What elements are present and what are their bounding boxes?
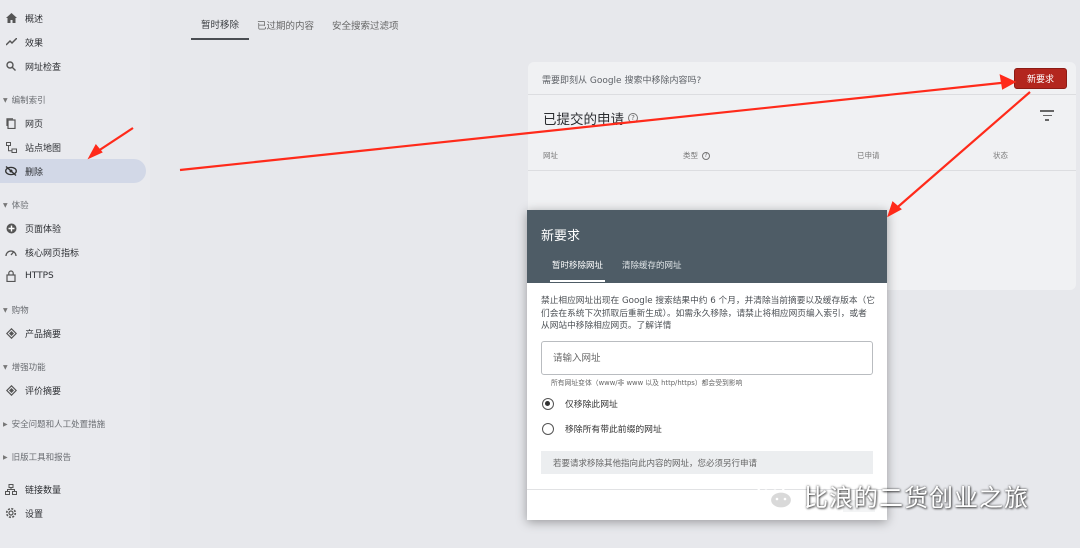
sidebar-item-removals[interactable]: 删除 xyxy=(0,159,146,183)
sidebar-item-sitemaps[interactable]: 站点地图 xyxy=(0,136,146,158)
sidebar-item-pages[interactable]: 网页 xyxy=(0,112,146,134)
radio-remove-this-url[interactable]: 仅移除此网址 xyxy=(542,397,618,410)
caret-right-icon: ▶ xyxy=(3,453,8,461)
sidebar-item-label: 页面体验 xyxy=(25,224,62,235)
sidebar-item-core-web-vitals[interactable]: 核心网页指标 xyxy=(0,241,146,263)
sidebar-item-product-snippets[interactable]: 产品摘要 xyxy=(0,322,146,344)
new-request-dialog: 新要求 暂时移除网址 清除缓存的网址 禁止相应网址出现在 Google 搜索结果… xyxy=(527,210,887,520)
search-icon xyxy=(5,60,17,72)
hide-eye-icon xyxy=(5,165,17,177)
home-icon xyxy=(5,12,17,24)
removal-question: 需要即刻从 Google 搜索中移除内容吗? xyxy=(542,76,702,86)
filter-icon[interactable] xyxy=(1040,110,1054,122)
tab-clear-cached-url[interactable]: 清除缓存的网址 xyxy=(622,259,682,282)
sidebar-item-label: 产品摘要 xyxy=(25,329,62,340)
caret-down-icon: ▼ xyxy=(3,306,8,314)
help-icon[interactable]: ? xyxy=(702,151,710,160)
sidebar-item-label: 效果 xyxy=(25,38,44,49)
radio-remove-prefix[interactable]: 移除所有带此前缀的网址 xyxy=(542,422,662,435)
gear-icon xyxy=(5,507,17,519)
plus-circle-icon xyxy=(5,222,17,234)
tab-temporary-removals[interactable]: 暂时移除 xyxy=(191,10,250,40)
caret-down-icon: ▼ xyxy=(3,363,8,371)
tab-safesearch-filtering[interactable]: 安全搜索过滤项 xyxy=(332,10,399,40)
watermark: 比浪的二货创业之旅 xyxy=(756,478,1029,513)
learn-more-link[interactable]: 了解详情 xyxy=(637,321,672,331)
section-legacy[interactable]: ▶ 旧版工具和报告 xyxy=(0,451,71,463)
new-request-button[interactable]: 新要求 xyxy=(1014,68,1067,89)
column-type[interactable]: 类型 ? xyxy=(683,150,710,161)
column-requested[interactable]: 已申请 xyxy=(857,150,880,161)
submitted-requests-title: 已提交的申请 ? xyxy=(543,108,638,128)
sidebar-item-page-experience[interactable]: 页面体验 xyxy=(0,217,146,239)
dialog-description: 禁止相应网址出现在 Google 搜索结果中约 6 个月，并清除当前摘要以及缓存… xyxy=(541,296,875,331)
sidebar: 概述 效果 网址检查 ▼ 编制索引 网页 站点地图 删除 ▼ 体验 页面体验 核… xyxy=(0,0,150,548)
section-experience[interactable]: ▼ 体验 xyxy=(0,199,29,211)
caret-right-icon: ▶ xyxy=(3,420,8,428)
lock-icon xyxy=(5,270,17,282)
column-status[interactable]: 状态 xyxy=(993,150,1008,161)
radio-button-checked[interactable] xyxy=(542,397,554,410)
divider xyxy=(528,170,1076,171)
tab-outdated-content[interactable]: 已过期的内容 xyxy=(257,10,314,40)
sidebar-item-label: 核心网页指标 xyxy=(25,248,80,259)
section-security[interactable]: ▶ 安全问题和人工处置措施 xyxy=(0,418,105,430)
caret-down-icon: ▼ xyxy=(3,201,8,209)
sidebar-item-settings[interactable]: 设置 xyxy=(0,502,146,524)
section-shopping[interactable]: ▼ 购物 xyxy=(0,304,29,316)
url-input[interactable] xyxy=(541,341,873,375)
info-note: 若要请求移除其他指向此内容的网址，您必须另行申请 xyxy=(541,451,873,474)
sidebar-item-review-snippets[interactable]: 评价摘要 xyxy=(0,379,146,401)
sidebar-item-url-inspection[interactable]: 网址检查 xyxy=(0,55,146,77)
links-icon xyxy=(5,483,17,495)
section-index[interactable]: ▼ 编制索引 xyxy=(0,94,46,106)
sidebar-item-label: 删除 xyxy=(25,167,44,178)
diamond-icon xyxy=(5,327,17,339)
dialog-title: 新要求 xyxy=(541,229,581,244)
sidebar-item-links[interactable]: 链接数量 xyxy=(0,478,146,500)
sidebar-item-label: 评价摘要 xyxy=(25,386,62,397)
wechat-logo-icon xyxy=(756,480,794,510)
sidebar-item-label: 概述 xyxy=(25,14,44,25)
divider xyxy=(528,94,1076,95)
sidebar-item-label: 网址检查 xyxy=(25,62,62,73)
sidebar-item-label: 链接数量 xyxy=(25,485,62,496)
trend-icon xyxy=(5,36,17,48)
sidebar-item-label: 站点地图 xyxy=(25,143,62,154)
sidebar-item-label: 网页 xyxy=(25,119,44,130)
diamond-icon xyxy=(5,384,17,396)
help-icon[interactable]: ? xyxy=(628,113,638,123)
sidebar-item-https[interactable]: HTTPS xyxy=(0,265,146,287)
sitemap-icon xyxy=(5,141,17,153)
gauge-icon xyxy=(5,246,17,258)
url-helper-text: 所有网址变体（www/非 www 以及 http/https）都会受到影响 xyxy=(551,379,743,387)
sidebar-item-label: HTTPS xyxy=(25,271,54,281)
sidebar-item-overview[interactable]: 概述 xyxy=(0,7,146,29)
caret-down-icon: ▼ xyxy=(3,96,8,104)
radio-button[interactable] xyxy=(542,422,554,435)
dialog-header: 新要求 暂时移除网址 清除缓存的网址 xyxy=(527,210,887,283)
sidebar-item-label: 设置 xyxy=(25,509,44,520)
tab-remove-url[interactable]: 暂时移除网址 xyxy=(550,259,606,282)
page-icon xyxy=(5,117,17,129)
column-url[interactable]: 网址 xyxy=(543,150,558,161)
section-enhancements[interactable]: ▼ 增强功能 xyxy=(0,361,46,373)
sidebar-item-performance[interactable]: 效果 xyxy=(0,31,146,53)
